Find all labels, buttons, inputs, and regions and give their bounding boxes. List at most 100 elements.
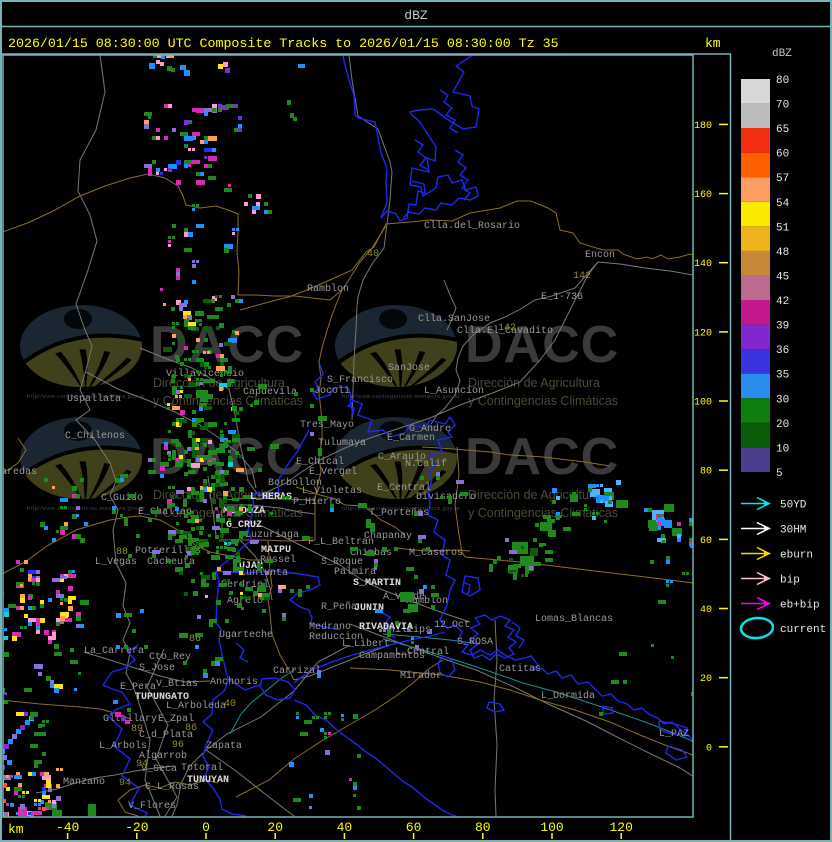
svg-text:La_Carrera: La_Carrera	[84, 646, 144, 657]
svg-text:86: 86	[185, 723, 197, 734]
svg-text:km: km	[705, 36, 721, 51]
svg-text:S_Jose: S_Jose	[139, 663, 175, 674]
svg-text:Mirador: Mirador	[400, 670, 442, 682]
svg-text:L_PAZ: L_PAZ	[659, 729, 689, 740]
svg-text:Ugarteche: Ugarteche	[219, 629, 273, 641]
svg-text:45: 45	[776, 272, 789, 284]
svg-text:89: 89	[131, 724, 143, 735]
svg-text:Totoral: Totoral	[181, 762, 223, 774]
svg-text:Villavicencio: Villavicencio	[166, 368, 244, 380]
svg-text:94: 94	[136, 759, 148, 770]
svg-text:48: 48	[776, 247, 789, 259]
svg-text:S_MARTIN: S_MARTIN	[353, 578, 401, 589]
svg-text:M_Caseros: M_Caseros	[409, 548, 463, 559]
svg-text:S_ROSA: S_ROSA	[457, 637, 493, 648]
svg-text:Ramblon: Ramblon	[307, 283, 349, 295]
svg-text:160: 160	[694, 190, 712, 201]
svg-text:km: km	[8, 822, 24, 837]
svg-text:140: 140	[694, 259, 712, 270]
svg-text:L_Violetas: L_Violetas	[302, 485, 362, 497]
svg-text:142: 142	[573, 271, 591, 282]
svg-text:Zapata: Zapata	[206, 741, 242, 752]
svg-text:96: 96	[172, 740, 184, 751]
svg-text:Manzano: Manzano	[63, 777, 105, 788]
svg-text:L_Asuncion: L_Asuncion	[424, 385, 484, 397]
svg-text:L_HERAS: L_HERAS	[250, 492, 292, 503]
svg-text:120: 120	[609, 820, 632, 835]
svg-text:eburn: eburn	[780, 550, 813, 562]
svg-text:Tres_Mayo: Tres_Mayo	[300, 420, 354, 431]
svg-text:88: 88	[116, 547, 128, 558]
svg-text:80: 80	[700, 467, 712, 478]
svg-text:F_L_Beltran: F_L_Beltran	[308, 536, 374, 548]
svg-text:eb+bip: eb+bip	[780, 600, 820, 612]
svg-text:42: 42	[776, 296, 789, 308]
svg-text:E_Carmen: E_Carmen	[387, 433, 435, 444]
svg-text:Jocoli: Jocoli	[314, 385, 350, 397]
svg-text:80: 80	[776, 75, 789, 87]
svg-text:40: 40	[337, 820, 353, 835]
svg-text:100: 100	[540, 820, 563, 835]
svg-text:Encon: Encon	[585, 250, 615, 261]
svg-text:R_Peña: R_Peña	[321, 601, 357, 613]
svg-text:Tulumaya: Tulumaya	[318, 437, 366, 449]
svg-text:57: 57	[776, 173, 789, 185]
svg-text:L_Dormida: L_Dormida	[541, 690, 595, 702]
svg-text:70: 70	[776, 100, 789, 112]
svg-text:TUNUYAN: TUNUYAN	[187, 775, 229, 786]
svg-text:35: 35	[776, 370, 789, 382]
svg-text:N.Calif: N.Calif	[405, 458, 447, 470]
svg-text:V_Flores: V_Flores	[128, 800, 176, 812]
svg-text:120: 120	[694, 328, 712, 339]
svg-text:0: 0	[202, 820, 210, 835]
svg-text:20: 20	[776, 419, 789, 431]
svg-text:51: 51	[776, 222, 790, 234]
svg-text:142: 142	[498, 323, 516, 334]
svg-text:20: 20	[700, 674, 712, 685]
svg-text:Anchoris: Anchoris	[210, 676, 258, 688]
svg-text:20: 20	[267, 820, 283, 835]
svg-text:Lomas_Blancas: Lomas_Blancas	[535, 613, 613, 625]
svg-text:30: 30	[776, 394, 789, 406]
svg-text:40: 40	[224, 699, 236, 710]
svg-text:60: 60	[406, 820, 422, 835]
svg-text:C_Guido: C_Guido	[101, 492, 143, 504]
svg-text:Clla.del_Rosario: Clla.del_Rosario	[424, 220, 520, 232]
svg-text:current: current	[780, 624, 826, 636]
svg-text:40: 40	[367, 249, 379, 260]
svg-text:TUPUNGATO: TUPUNGATO	[135, 692, 189, 703]
svg-text:bip: bip	[780, 575, 800, 587]
svg-text:2026/01/15 08:30:00 UTC Compos: 2026/01/15 08:30:00 UTC Composite Tracks…	[8, 36, 559, 51]
svg-text:Clla.SanJose: Clla.SanJose	[418, 313, 490, 325]
svg-text:Palmira: Palmira	[334, 566, 376, 578]
svg-text:E_1-736: E_1-736	[541, 292, 583, 303]
svg-text:0: 0	[706, 743, 712, 754]
svg-text:30HM: 30HM	[780, 525, 806, 537]
svg-text:80: 80	[475, 820, 491, 835]
svg-text:MAIPU: MAIPU	[261, 545, 291, 556]
svg-text:10: 10	[776, 443, 789, 455]
svg-text:aredas: aredas	[1, 466, 37, 478]
svg-text:60: 60	[776, 149, 789, 161]
svg-text:G_CRUZ: G_CRUZ	[226, 520, 262, 531]
svg-text:100: 100	[694, 398, 712, 409]
svg-text:SanJose: SanJose	[388, 363, 430, 374]
svg-text:Catitas: Catitas	[499, 663, 541, 675]
svg-text:12_Oct: 12_Oct	[434, 620, 470, 631]
svg-text:L_Vegas: L_Vegas	[95, 557, 137, 568]
svg-text:Uspallata: Uspallata	[67, 393, 121, 405]
svg-text:94: 94	[119, 778, 131, 789]
svg-text:dBZ: dBZ	[404, 8, 428, 23]
svg-text:E_Challao: E_Challao	[138, 506, 192, 518]
svg-text:E_Vergel: E_Vergel	[309, 466, 357, 478]
svg-text:-40: -40	[56, 820, 79, 835]
svg-text:65: 65	[776, 124, 789, 136]
svg-text:L_Libert: L_Libert	[342, 638, 390, 650]
svg-text:5: 5	[776, 468, 783, 480]
svg-text:40: 40	[700, 605, 712, 616]
svg-text:C_Chilenos: C_Chilenos	[65, 430, 125, 442]
svg-text:39: 39	[776, 321, 789, 333]
svg-text:-20: -20	[125, 820, 148, 835]
svg-text:60: 60	[700, 536, 712, 547]
svg-text:Carrizal: Carrizal	[273, 665, 321, 677]
